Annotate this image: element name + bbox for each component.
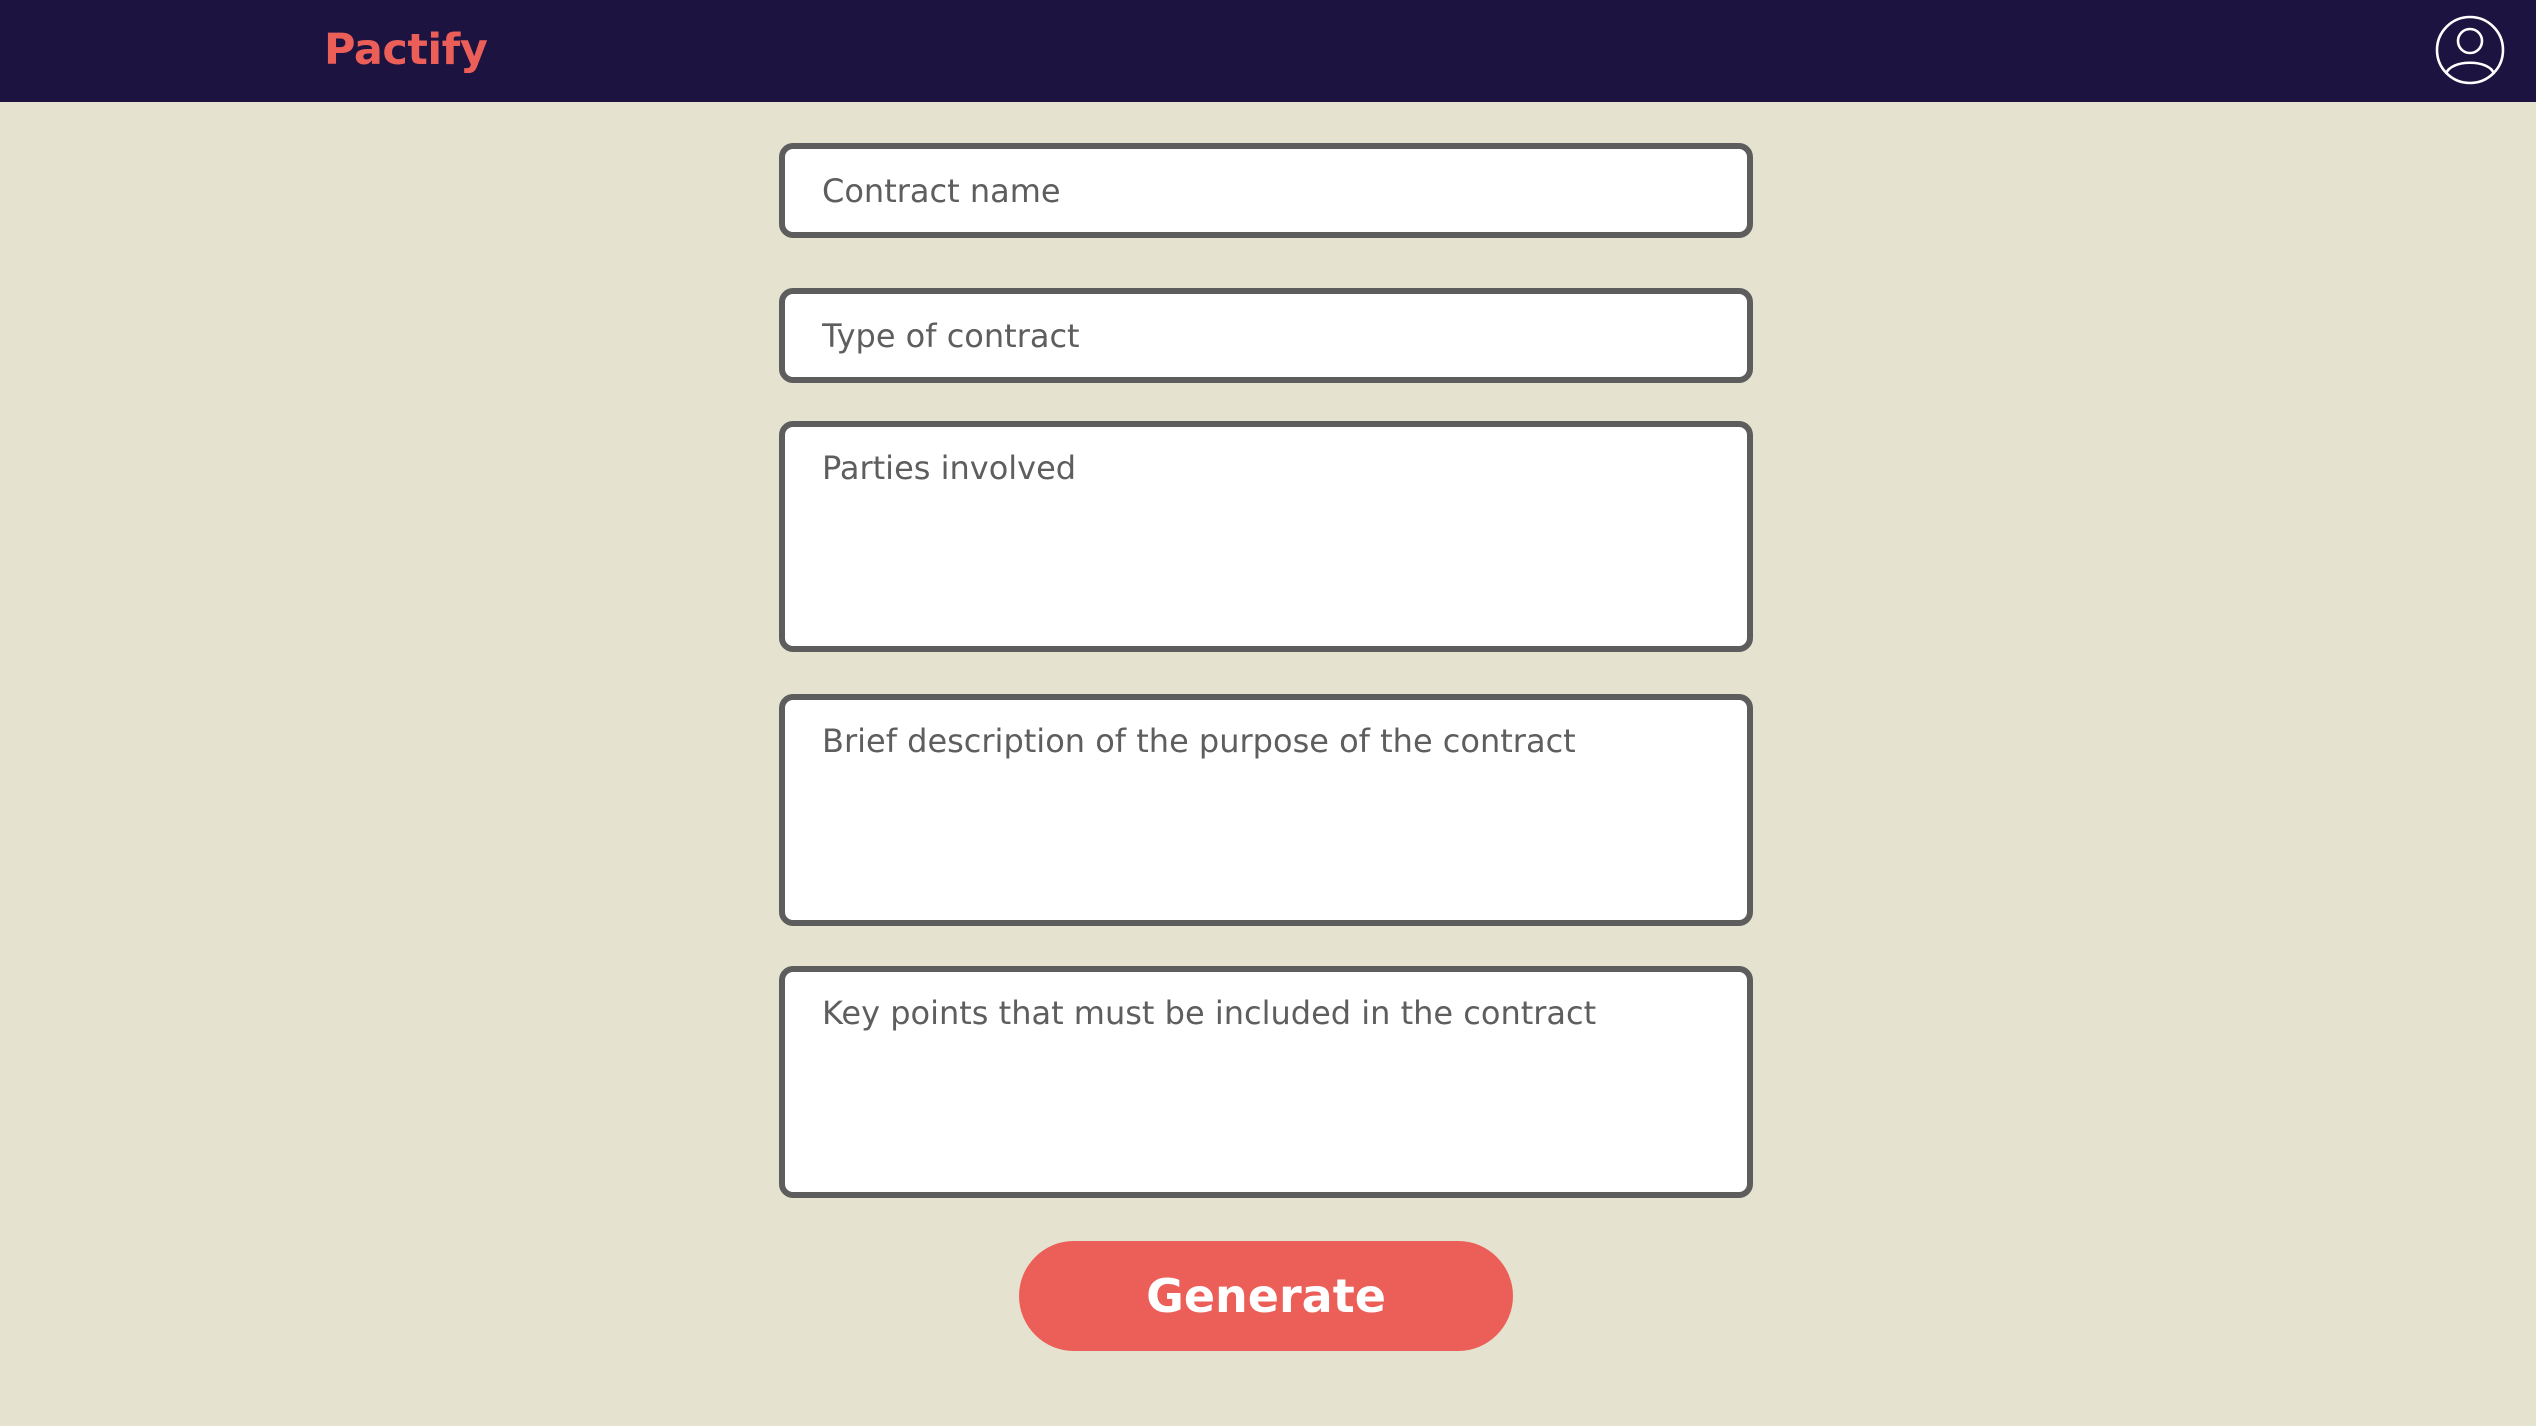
- contract-type-input[interactable]: [779, 288, 1753, 383]
- contract-form: Generate: [0, 0, 2536, 1426]
- parties-involved-textarea[interactable]: [779, 421, 1753, 652]
- key-points-textarea[interactable]: [779, 966, 1753, 1198]
- contract-name-input[interactable]: [779, 143, 1753, 238]
- contract-purpose-textarea[interactable]: [779, 694, 1753, 926]
- generate-button[interactable]: Generate: [1019, 1241, 1513, 1351]
